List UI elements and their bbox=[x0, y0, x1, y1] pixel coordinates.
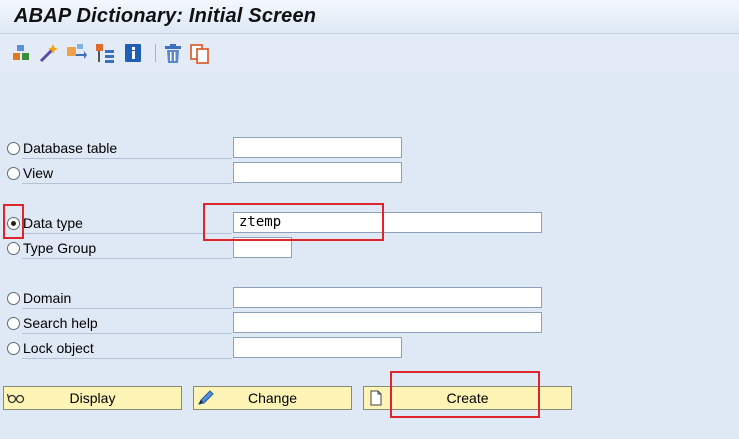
window-title: ABAP Dictionary: Initial Screen bbox=[14, 5, 317, 27]
radio-view[interactable] bbox=[7, 167, 20, 180]
label-search-help: Search help bbox=[23, 315, 98, 331]
row-underline bbox=[22, 258, 232, 259]
search-help-input[interactable] bbox=[233, 312, 542, 333]
glasses-icon bbox=[7, 393, 25, 404]
title-bar: ABAP Dictionary: Initial Screen bbox=[0, 0, 739, 34]
label-view: View bbox=[23, 165, 54, 181]
change-button[interactable]: Change bbox=[193, 386, 352, 410]
create-highlight-box bbox=[390, 371, 540, 418]
application-toolbar bbox=[0, 34, 739, 72]
radio-database-table[interactable] bbox=[7, 142, 20, 155]
display-button-label: Display bbox=[69, 390, 116, 406]
other-object-icon[interactable] bbox=[10, 42, 32, 64]
label-lock-object: Lock object bbox=[23, 340, 94, 356]
radio-type-group[interactable] bbox=[7, 242, 20, 255]
toolbar-separator bbox=[155, 44, 156, 62]
change-button-label: Change bbox=[247, 390, 298, 406]
magic-wand-icon[interactable] bbox=[37, 42, 59, 64]
row-underline bbox=[22, 233, 232, 234]
radio-domain[interactable] bbox=[7, 292, 20, 305]
row-underline bbox=[22, 183, 232, 184]
row-underline bbox=[22, 308, 232, 309]
radio-lock-object[interactable] bbox=[7, 342, 20, 355]
database-table-input[interactable] bbox=[233, 137, 402, 158]
delete-icon[interactable] bbox=[162, 42, 184, 64]
copy-icon[interactable] bbox=[189, 42, 211, 64]
lock-object-input[interactable] bbox=[233, 337, 402, 358]
new-document-icon bbox=[370, 390, 382, 406]
label-database-table: Database table bbox=[23, 140, 118, 156]
radio-search-help[interactable] bbox=[7, 317, 20, 330]
domain-input[interactable] bbox=[233, 287, 542, 308]
display-objects-icon[interactable] bbox=[94, 42, 116, 64]
label-data-type: Data type bbox=[23, 215, 83, 231]
information-icon[interactable] bbox=[122, 42, 144, 64]
pencil-icon bbox=[198, 390, 214, 405]
radio-highlight-box bbox=[3, 204, 24, 239]
row-underline bbox=[22, 158, 232, 159]
input-highlight-box bbox=[203, 203, 384, 241]
display-button[interactable]: Display bbox=[3, 386, 182, 410]
view-input[interactable] bbox=[233, 162, 402, 183]
selection-form: Database table View Data type ztemp Type… bbox=[0, 73, 739, 439]
where-used-icon[interactable] bbox=[65, 42, 87, 64]
row-underline bbox=[22, 333, 232, 334]
label-type-group: Type Group bbox=[23, 240, 97, 256]
row-underline bbox=[22, 358, 232, 359]
label-domain: Domain bbox=[23, 290, 72, 306]
